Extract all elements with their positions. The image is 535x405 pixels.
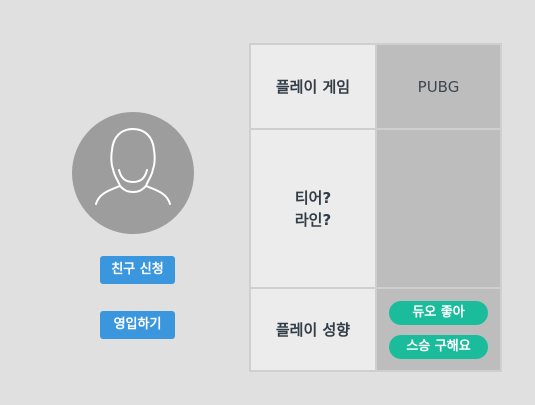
info-table: 플레이 게임 PUBG 티어? 라인? 플레이 성향 듀오 좋아 스승 구해요 <box>249 43 502 372</box>
avatar <box>72 112 194 234</box>
tier-label-text: 티어? <box>294 188 332 207</box>
play-style-tag: 스승 구해요 <box>389 334 488 359</box>
play-style-label: 플레이 성향 <box>251 289 375 370</box>
friend-request-button[interactable]: 친구 신청 <box>100 256 175 284</box>
play-game-value-text: PUBG <box>417 77 460 96</box>
line-label-text: 라인? <box>294 210 332 229</box>
profile-card: 친구 신청 영입하기 플레이 게임 PUBG 티어? 라인? 플레이 성향 듀오… <box>0 0 535 405</box>
recruit-button[interactable]: 영입하기 <box>100 311 175 339</box>
row-play-game: 플레이 게임 PUBG <box>251 45 500 128</box>
play-game-label: 플레이 게임 <box>251 45 375 128</box>
play-game-value: PUBG <box>377 45 500 128</box>
play-game-label-text: 플레이 게임 <box>275 77 351 96</box>
row-play-style: 플레이 성향 듀오 좋아 스승 구해요 <box>251 289 500 370</box>
tier-line-label: 티어? 라인? <box>251 130 375 287</box>
user-silhouette-icon <box>95 128 171 205</box>
tier-line-value <box>377 130 500 287</box>
play-style-tags: 듀오 좋아 스승 구해요 <box>377 289 500 370</box>
play-style-label-text: 플레이 성향 <box>275 320 351 339</box>
row-tier-line: 티어? 라인? <box>251 130 500 287</box>
play-style-tag: 듀오 좋아 <box>389 300 488 325</box>
